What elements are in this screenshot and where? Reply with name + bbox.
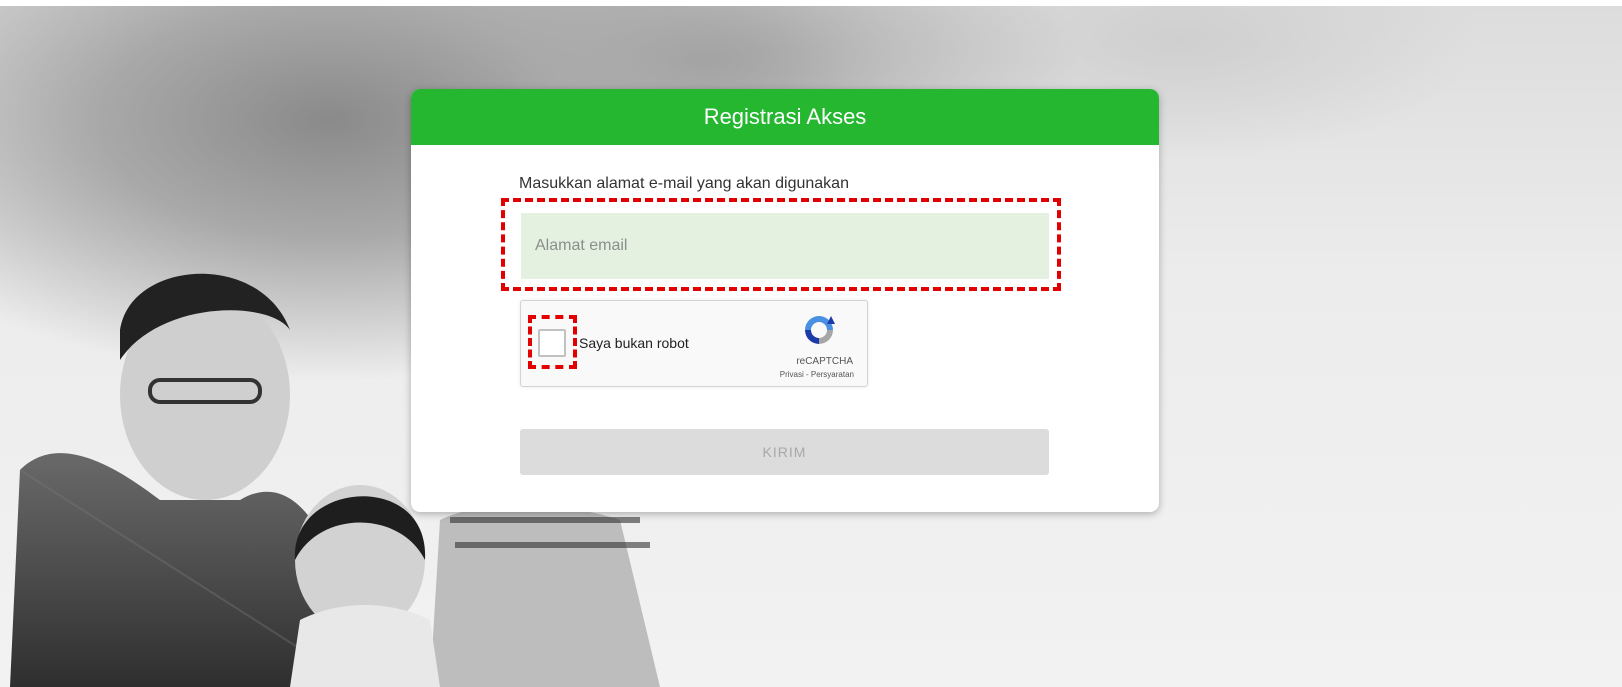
registration-card: Registrasi Akses Masukkan alamat e-mail … bbox=[411, 89, 1159, 512]
terms-link[interactable]: Persyaratan bbox=[811, 370, 854, 379]
email-instruction: Masukkan alamat e-mail yang akan digunak… bbox=[519, 175, 849, 192]
recaptcha-label: Saya bukan robot bbox=[579, 335, 689, 351]
recaptcha-checkbox[interactable] bbox=[538, 329, 566, 357]
submit-button[interactable]: KIRIM bbox=[520, 429, 1049, 475]
recaptcha-brand: reCAPTCHA bbox=[796, 356, 853, 367]
email-input[interactable] bbox=[521, 213, 1049, 279]
page-title: Registrasi Akses bbox=[703, 104, 867, 129]
recaptcha-links: Privasi - Persyaratan bbox=[780, 370, 854, 379]
recaptcha-widget: Saya bukan robot reCAPTCHA Privasi - Per… bbox=[520, 300, 868, 387]
recaptcha-logo-icon bbox=[805, 316, 835, 344]
links-separator: - bbox=[803, 370, 811, 379]
card-header: Registrasi Akses bbox=[411, 89, 1159, 145]
privacy-link[interactable]: Privasi bbox=[780, 370, 804, 379]
